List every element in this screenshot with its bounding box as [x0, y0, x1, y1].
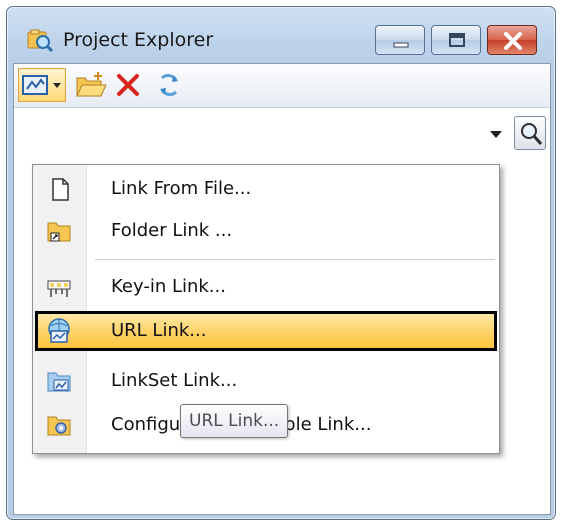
menu-item-linkset-link[interactable]: LinkSet Link...	[35, 361, 497, 401]
folder-link-icon	[45, 217, 73, 245]
magnifier-icon	[521, 123, 543, 145]
menu-item-folder-link[interactable]: Folder Link ...	[35, 211, 497, 251]
menu-item-label: Folder Link ...	[111, 220, 233, 241]
menu-item-label: Link From File...	[111, 178, 252, 199]
menu-item-keyin-link[interactable]: Key-in Link...	[35, 267, 497, 307]
project-explorer-window: Project Explorer Link From File... Folde…	[6, 6, 556, 520]
close-icon	[504, 32, 522, 50]
link-split-button[interactable]	[18, 68, 66, 102]
project-explorer-icon	[27, 29, 54, 53]
linkset-icon	[45, 367, 73, 395]
window-title: Project Explorer	[63, 29, 214, 51]
menu-item-label: Key-in Link...	[111, 276, 226, 297]
minimize-button[interactable]	[375, 25, 425, 55]
delete-button[interactable]	[112, 68, 146, 102]
toolbar	[14, 64, 550, 108]
menu-separator	[95, 259, 495, 261]
refresh-icon	[160, 74, 178, 96]
open-folder-icon	[76, 72, 107, 97]
title-bar[interactable]: Project Explorer	[7, 7, 555, 63]
url-link-icon	[45, 317, 73, 345]
open-folder-button[interactable]	[74, 68, 108, 102]
search-area	[484, 116, 548, 150]
refresh-button[interactable]	[152, 68, 186, 102]
maximize-button[interactable]	[431, 25, 481, 55]
close-button[interactable]	[487, 25, 537, 55]
delete-x-icon	[117, 74, 139, 96]
menu-item-label: LinkSet Link...	[111, 370, 238, 391]
menu-item-url-link[interactable]: URL Link...	[35, 311, 497, 351]
link-icon	[22, 75, 61, 95]
search-button[interactable]	[514, 116, 546, 150]
config-variable-icon	[45, 411, 73, 439]
keyin-link-icon	[45, 273, 73, 301]
dropdown-arrow-icon[interactable]	[484, 120, 508, 148]
menu-item-label: URL Link...	[111, 320, 207, 341]
url-link-tooltip: URL Link...	[180, 404, 289, 438]
maximize-icon	[449, 33, 465, 47]
menu-item-link-from-file[interactable]: Link From File...	[35, 169, 497, 209]
file-icon	[45, 175, 73, 203]
minimize-icon	[393, 42, 409, 48]
explorer-client-area: Link From File... Folder Link ... Key-in…	[13, 63, 551, 515]
